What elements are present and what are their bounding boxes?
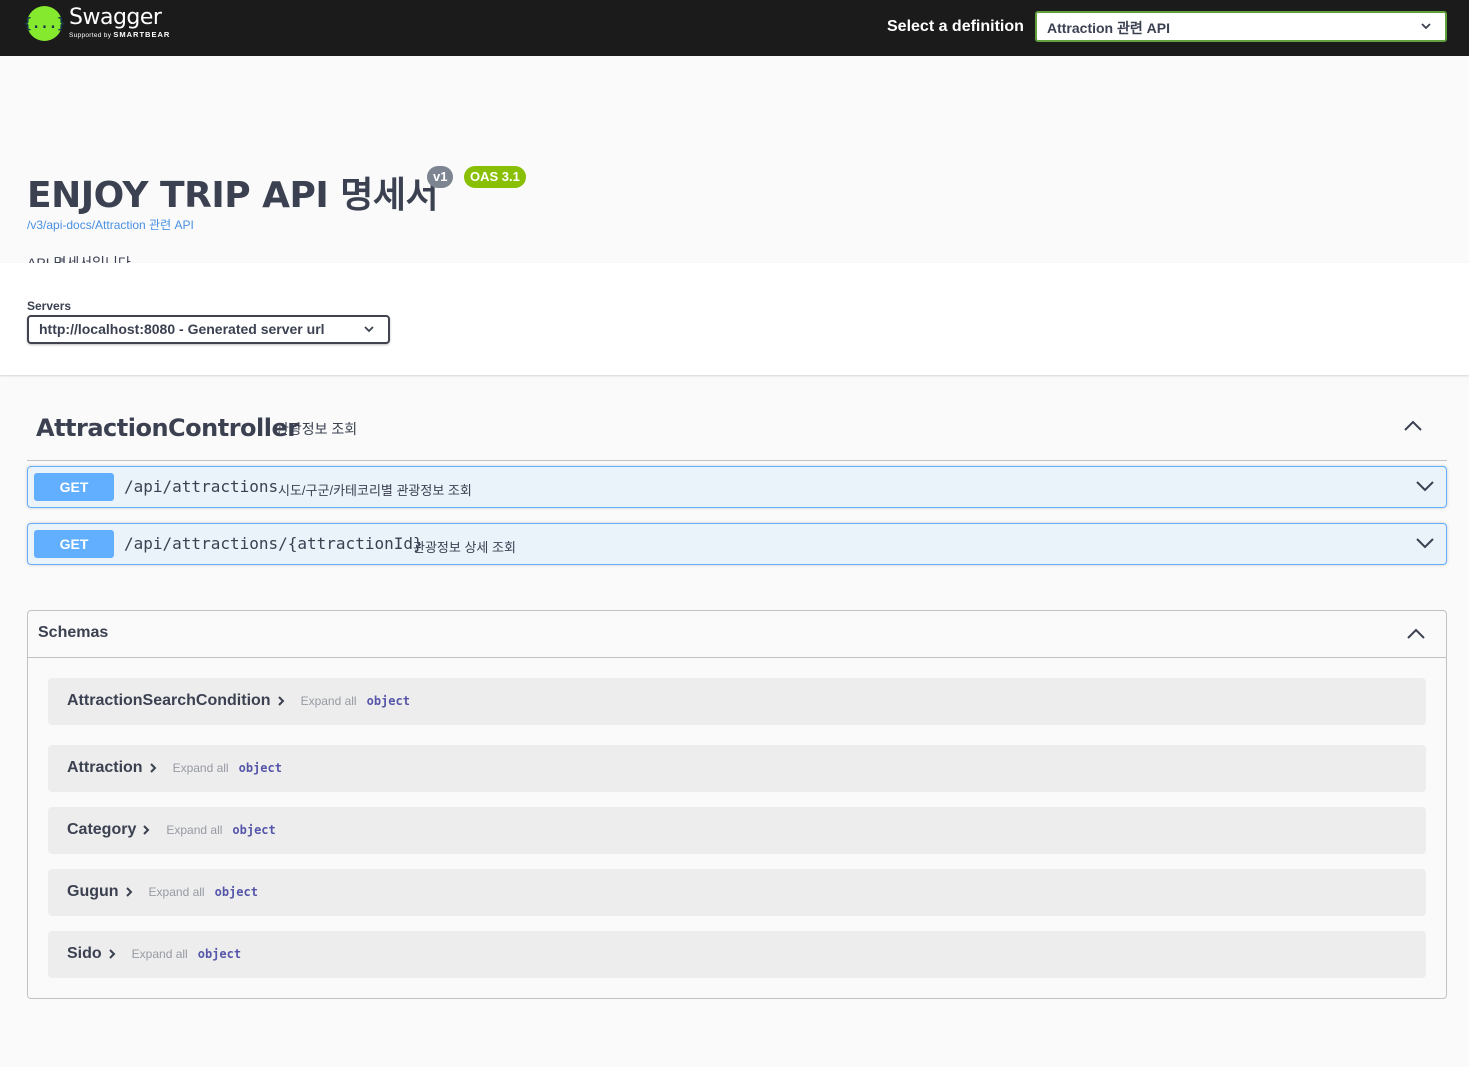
- expand-all-button[interactable]: Expand all: [149, 885, 205, 899]
- swagger-logo[interactable]: {...} Swagger Supported by SMARTBEAR: [23, 6, 170, 41]
- schema-row: Gugun Expand all object: [67, 883, 258, 901]
- expand-all-button[interactable]: Expand all: [166, 823, 222, 837]
- schema-name: AttractionSearchCondition: [67, 692, 271, 709]
- chevron-right-icon[interactable]: [142, 824, 150, 836]
- operation-get-attractions[interactable]: GET /api/attractions 시도/구군/카테코리별 관광정보 조회: [27, 466, 1447, 508]
- expand-all-button[interactable]: Expand all: [173, 761, 229, 775]
- chevron-down-icon: [364, 326, 374, 333]
- chevron-up-icon[interactable]: [1403, 419, 1423, 433]
- schema-item[interactable]: Sido Expand all object: [48, 931, 1426, 978]
- schema-name: Sido: [67, 945, 102, 962]
- chevron-right-icon[interactable]: [277, 695, 285, 707]
- info-section: ENJOY TRIP API 명세서 v1 OAS 3.1 /v3/api-do…: [0, 56, 1469, 271]
- operation-path: /api/attractions: [124, 477, 279, 496]
- server-select[interactable]: http://localhost:8080 - Generated server…: [27, 315, 390, 344]
- method-badge: GET: [34, 473, 114, 501]
- schema-item[interactable]: AttractionSearchCondition Expand all obj…: [48, 678, 1426, 725]
- version-badge: v1: [427, 166, 454, 188]
- operation-summary: 관광정보 상세 조회: [413, 540, 516, 555]
- logo-subtitle: Supported by SMARTBEAR: [69, 31, 170, 40]
- method-badge: GET: [34, 530, 114, 558]
- expand-all-button[interactable]: Expand all: [301, 694, 357, 708]
- operation-summary: 시도/구군/카테코리별 관광정보 조회: [278, 483, 472, 498]
- brand-name: Swagger: [69, 5, 162, 31]
- topbar: {...} Swagger Supported by SMARTBEAR Sel…: [0, 0, 1469, 56]
- tag-description: 관광정보 조회: [276, 421, 358, 437]
- chevron-right-icon[interactable]: [149, 762, 157, 774]
- schema-type: object: [197, 947, 242, 961]
- schema-item[interactable]: Attraction Expand all object: [48, 745, 1426, 792]
- definition-select[interactable]: Attraction 관련 API: [1035, 11, 1447, 42]
- page-title: ENJOY TRIP API 명세서: [27, 175, 439, 216]
- schema-item[interactable]: Gugun Expand all object: [48, 869, 1426, 916]
- schema-item[interactable]: Category Expand all object: [48, 807, 1426, 854]
- smartbear-text: SMARTBEAR: [113, 30, 171, 40]
- logo-text: Swagger Supported by SMARTBEAR: [69, 7, 170, 40]
- schema-row: Category Expand all object: [67, 821, 276, 839]
- schema-name: Gugun: [67, 883, 119, 900]
- schemas-header[interactable]: Schemas: [28, 611, 1446, 658]
- oas-badge: OAS 3.1: [464, 166, 526, 188]
- expand-all-button[interactable]: Expand all: [132, 947, 188, 961]
- supported-by-text: Supported by: [69, 32, 112, 40]
- servers-section: Servers http://localhost:8080 - Generate…: [0, 263, 1469, 375]
- chevron-up-icon[interactable]: [1406, 627, 1426, 641]
- schema-name: Category: [67, 821, 137, 838]
- chevron-down-icon: [1421, 23, 1431, 30]
- definition-select-value: Attraction 관련 API: [1047, 20, 1170, 36]
- schema-row: Sido Expand all object: [67, 945, 241, 963]
- schemas-section: Schemas AttractionSearchCondition Expand…: [27, 610, 1447, 999]
- server-select-value: http://localhost:8080 - Generated server…: [39, 321, 325, 337]
- chevron-right-icon[interactable]: [125, 886, 133, 898]
- schemas-title: Schemas: [38, 624, 109, 641]
- operation-get-attraction-detail[interactable]: GET /api/attractions/{attractionId} 관광정보…: [27, 523, 1447, 565]
- schema-type: object: [238, 761, 282, 775]
- schema-type: object: [214, 885, 258, 899]
- definition-label: Select a definition: [887, 18, 1024, 35]
- tag-header[interactable]: AttractionController 관광정보 조회: [27, 400, 1447, 461]
- schema-type: object: [232, 823, 276, 837]
- servers-label: Servers: [27, 299, 72, 313]
- schema-name: Attraction: [67, 759, 143, 776]
- schema-row: Attraction Expand all object: [67, 759, 282, 777]
- schema-row: AttractionSearchCondition Expand all obj…: [67, 692, 410, 710]
- swagger-logo-icon: {...}: [23, 6, 66, 41]
- chevron-right-icon[interactable]: [108, 948, 116, 960]
- operation-path: /api/attractions/{attractionId}: [124, 534, 423, 553]
- schema-type: object: [366, 694, 410, 708]
- chevron-down-icon[interactable]: [1416, 537, 1434, 549]
- spec-url-link[interactable]: /v3/api-docs/Attraction 관련 API: [27, 216, 194, 233]
- tag-name: AttractionController: [36, 414, 299, 442]
- chevron-down-icon[interactable]: [1416, 480, 1434, 492]
